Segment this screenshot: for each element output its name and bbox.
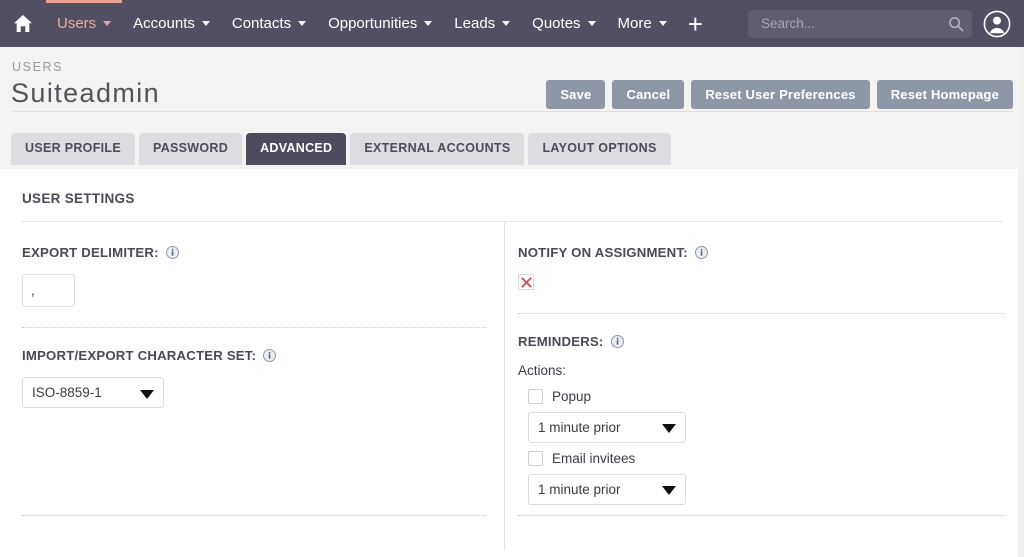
top-navigation-bar: Users Accounts Contacts Opportunities Le… (0, 0, 1024, 47)
reminder-popup-checkbox[interactable] (528, 388, 543, 404)
user-avatar-icon[interactable] (982, 9, 1012, 39)
page-header: USERS Suiteadmin Save Cancel Reset User … (0, 47, 1024, 181)
nav-item-label: Users (57, 15, 97, 32)
chevron-down-icon (587, 21, 596, 26)
field-divider-bottom (518, 514, 1004, 516)
notify-on-assignment-checkbox[interactable] (518, 274, 534, 290)
reminder-email-delay-row: 1 minute prior (528, 473, 1004, 505)
action-button-bar: Save Cancel Reset User Preferences Reset… (546, 80, 1013, 109)
nav-item-label: Leads (454, 15, 496, 32)
reset-homepage-button[interactable]: Reset Homepage (876, 80, 1013, 109)
notify-on-assignment-label: NOTIFY ON ASSIGNMENT: (518, 245, 1004, 260)
info-icon[interactable] (694, 246, 708, 259)
chevron-down-icon (424, 21, 433, 26)
reminder-email-checkbox[interactable] (528, 450, 543, 466)
export-delimiter-input[interactable] (22, 274, 75, 307)
nav-item-opportunities[interactable]: Opportunities (317, 0, 443, 47)
left-settings-column: EXPORT DELIMITER: IMPORT/EXPORT CHARACTE… (22, 222, 504, 550)
global-search-box[interactable] (748, 9, 972, 38)
chevron-down-icon (298, 21, 307, 26)
nav-item-label: Contacts (231, 15, 292, 32)
save-button[interactable]: Save (546, 80, 606, 109)
chevron-down-icon (201, 21, 210, 26)
chevron-down-icon (140, 389, 154, 399)
info-icon[interactable] (165, 246, 179, 259)
charset-selected-value: ISO-8859-1 (32, 385, 102, 400)
nav-item-more[interactable]: More (607, 0, 678, 47)
tab-advanced[interactable]: ADVANCED (246, 133, 347, 165)
user-settings-panel: USER SETTINGS EXPORT DELIMITER: , IMPORT… (0, 169, 1024, 550)
reminder-popup-delay-select[interactable]: 1 minute prior (528, 411, 686, 443)
tab-layout-options[interactable]: LAYOUT OPTIONS (528, 133, 671, 165)
notify-on-assignment-label-text: NOTIFY ON ASSIGNMENT: (518, 245, 688, 260)
reminders-label: REMINDERS: (518, 334, 1004, 349)
reminder-popup-label: Popup (552, 388, 592, 404)
nav-item-contacts[interactable]: Contacts (221, 0, 317, 47)
reminder-popup-delay-value: 1 minute prior (538, 419, 621, 435)
reminder-popup-row: Popup (528, 388, 1004, 404)
tab-password[interactable]: PASSWORD (138, 133, 243, 165)
tab-user-profile[interactable]: USER PROFILE (11, 133, 135, 165)
chevron-down-icon (662, 424, 676, 433)
chevron-down-icon (103, 21, 112, 26)
home-icon[interactable] (0, 0, 46, 47)
info-icon[interactable] (263, 349, 277, 362)
add-record-plus-icon[interactable]: + (678, 0, 717, 47)
reminders-label-text: REMINDERS: (518, 333, 604, 349)
nav-item-label: Quotes (532, 15, 581, 32)
charset-label: IMPORT/EXPORT CHARACTER SET: (22, 348, 486, 363)
search-area (748, 9, 1012, 39)
nav-item-label: More (617, 15, 652, 32)
export-delimiter-label: EXPORT DELIMITER: (22, 245, 486, 260)
search-input[interactable] (759, 15, 948, 32)
page-scrollbar[interactable] (1018, 47, 1024, 557)
export-delimiter-label-text: EXPORT DELIMITER: (22, 245, 159, 260)
settings-columns: EXPORT DELIMITER: IMPORT/EXPORT CHARACTE… (22, 222, 1004, 550)
nav-item-label: Accounts (133, 15, 195, 32)
tab-bar: USER PROFILE PASSWORD ADVANCED EXTERNAL … (0, 133, 1024, 169)
nav-item-label: Opportunities (328, 15, 418, 32)
module-label: USERS (12, 60, 64, 74)
chevron-down-icon (502, 21, 511, 26)
reminder-email-label: Email invitees (552, 450, 636, 466)
search-icon[interactable] (948, 16, 964, 32)
field-divider (518, 312, 1004, 314)
nav-item-quotes[interactable]: Quotes (521, 0, 606, 47)
header-divider (11, 111, 1013, 112)
reset-user-preferences-button[interactable]: Reset User Preferences (691, 80, 870, 109)
tab-external-accounts[interactable]: EXTERNAL ACCOUNTS (350, 133, 525, 165)
nav-item-accounts[interactable]: Accounts (122, 0, 221, 47)
charset-label-text: IMPORT/EXPORT CHARACTER SET: (22, 348, 257, 363)
x-mark-icon (520, 276, 532, 288)
section-title: USER SETTINGS (22, 191, 135, 206)
chevron-down-icon (662, 486, 676, 495)
nav-item-users[interactable]: Users (46, 0, 123, 47)
right-settings-column: NOTIFY ON ASSIGNMENT: REMINDERS: Actions… (504, 222, 1004, 550)
info-icon[interactable] (610, 334, 624, 348)
charset-select[interactable]: ISO-8859-1 (22, 377, 164, 408)
nav-item-leads[interactable]: Leads (443, 0, 521, 47)
chevron-down-icon (658, 21, 667, 26)
reminder-email-delay-select[interactable]: 1 minute prior (528, 473, 686, 505)
reminder-email-delay-value: 1 minute prior (538, 481, 621, 497)
cancel-button[interactable]: Cancel (612, 80, 685, 109)
field-divider (22, 327, 486, 328)
field-divider-bottom (22, 515, 486, 516)
reminder-email-row: Email invitees (528, 450, 1004, 466)
reminder-popup-delay-row: 1 minute prior (528, 411, 1004, 443)
reminders-actions-label: Actions: (518, 362, 567, 378)
